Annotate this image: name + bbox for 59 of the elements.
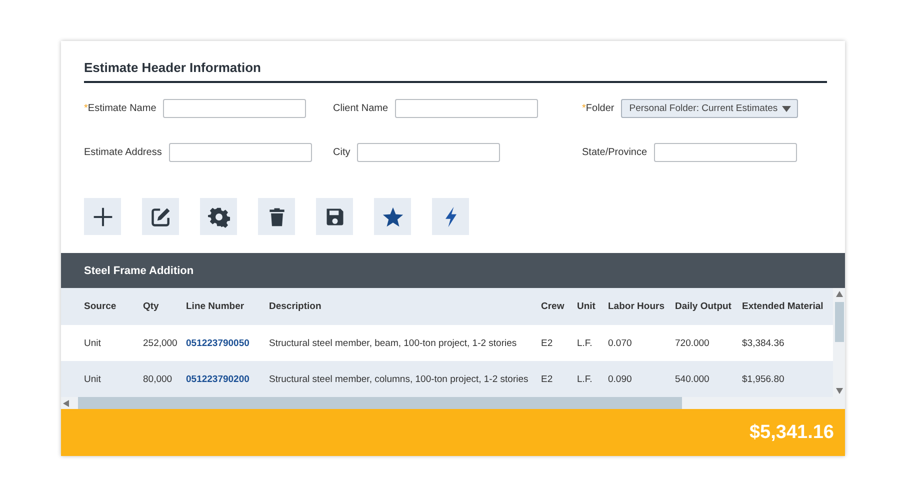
folder-dropdown[interactable]: Personal Folder: Current Estimates (621, 99, 798, 118)
input-field[interactable] (163, 99, 306, 118)
section-header-bar: Steel Frame Addition (61, 253, 845, 288)
table-cell-text: Unit (83, 338, 102, 348)
scroll-up-arrow-icon[interactable] (836, 291, 842, 297)
table-cell-text: 80,000 (143, 374, 174, 384)
input-field[interactable] (395, 99, 538, 118)
edit-button[interactable] (142, 198, 179, 235)
field-label: Estimate Address (84, 147, 162, 158)
line-number-link[interactable]: 051223790200 (186, 374, 269, 384)
table-cell-text: L.F. (577, 338, 594, 348)
field-label: State/Province (582, 147, 648, 158)
field-label: Client Name (333, 103, 388, 114)
column-header: Description (269, 301, 322, 312)
scroll-left-arrow-icon[interactable] (63, 400, 69, 407)
column-header: Crew (541, 301, 566, 312)
scroll-down-arrow-icon[interactable] (836, 388, 842, 394)
table-cell-text: L.F. (577, 374, 594, 384)
column-header: Line Number (186, 301, 246, 312)
plus-button[interactable] (84, 198, 121, 235)
table-cell-text: $3,384.36 (742, 338, 786, 348)
trash-button[interactable] (258, 198, 295, 235)
table-cell-text: Structural steel member, beam, 100-ton project, 1-2 stories (269, 338, 518, 348)
line-number-link[interactable]: 051223790050 (186, 338, 269, 348)
horizontal-scrollbar[interactable] (61, 397, 845, 409)
section-title: Estimate Header Information (84, 60, 261, 77)
star-button[interactable] (374, 198, 411, 235)
table-cell-text: 0.070 (608, 338, 633, 348)
table-cell-text: E2 (541, 374, 554, 384)
column-header: Source (83, 301, 118, 312)
input-field[interactable] (357, 143, 500, 162)
column-header: Unit (577, 301, 596, 312)
table-cell-text: 0.090 (608, 374, 633, 384)
table-cell-text: Unit (83, 374, 102, 384)
table-cell-text: E2 (541, 338, 554, 348)
table-cell-text: 540.000 (675, 374, 710, 384)
input-field[interactable] (168, 143, 312, 162)
gear-button[interactable] (200, 198, 237, 235)
field-label: City (333, 147, 350, 158)
floppy-disk-button[interactable] (316, 198, 353, 235)
caret-icon (782, 106, 792, 112)
star-icon (382, 206, 404, 228)
column-header: Labor Hours (608, 301, 666, 312)
table-cell-text: 720.000 (675, 338, 710, 348)
plus-icon (92, 206, 114, 228)
field-label: *Estimate Name (84, 103, 156, 114)
table-cell-text: Structural steel member, columns, 100-ton project, 1-2 stories (269, 374, 530, 384)
vertical-scrollbar[interactable] (833, 288, 845, 397)
table-cell-text: 252,000 (143, 338, 178, 348)
column-header: Extended Material (742, 301, 824, 312)
gear-icon (208, 206, 230, 228)
field-label: *Folder (582, 103, 614, 114)
total-amount: $5,341.16 (749, 422, 834, 444)
lightning-bolt-button[interactable] (432, 198, 469, 235)
table-cell-text: $1,956.80 (742, 374, 786, 384)
column-header: Qty (143, 301, 160, 312)
input-field[interactable] (654, 143, 798, 162)
column-header: Daily Output (675, 301, 732, 312)
edit-icon (150, 206, 172, 228)
